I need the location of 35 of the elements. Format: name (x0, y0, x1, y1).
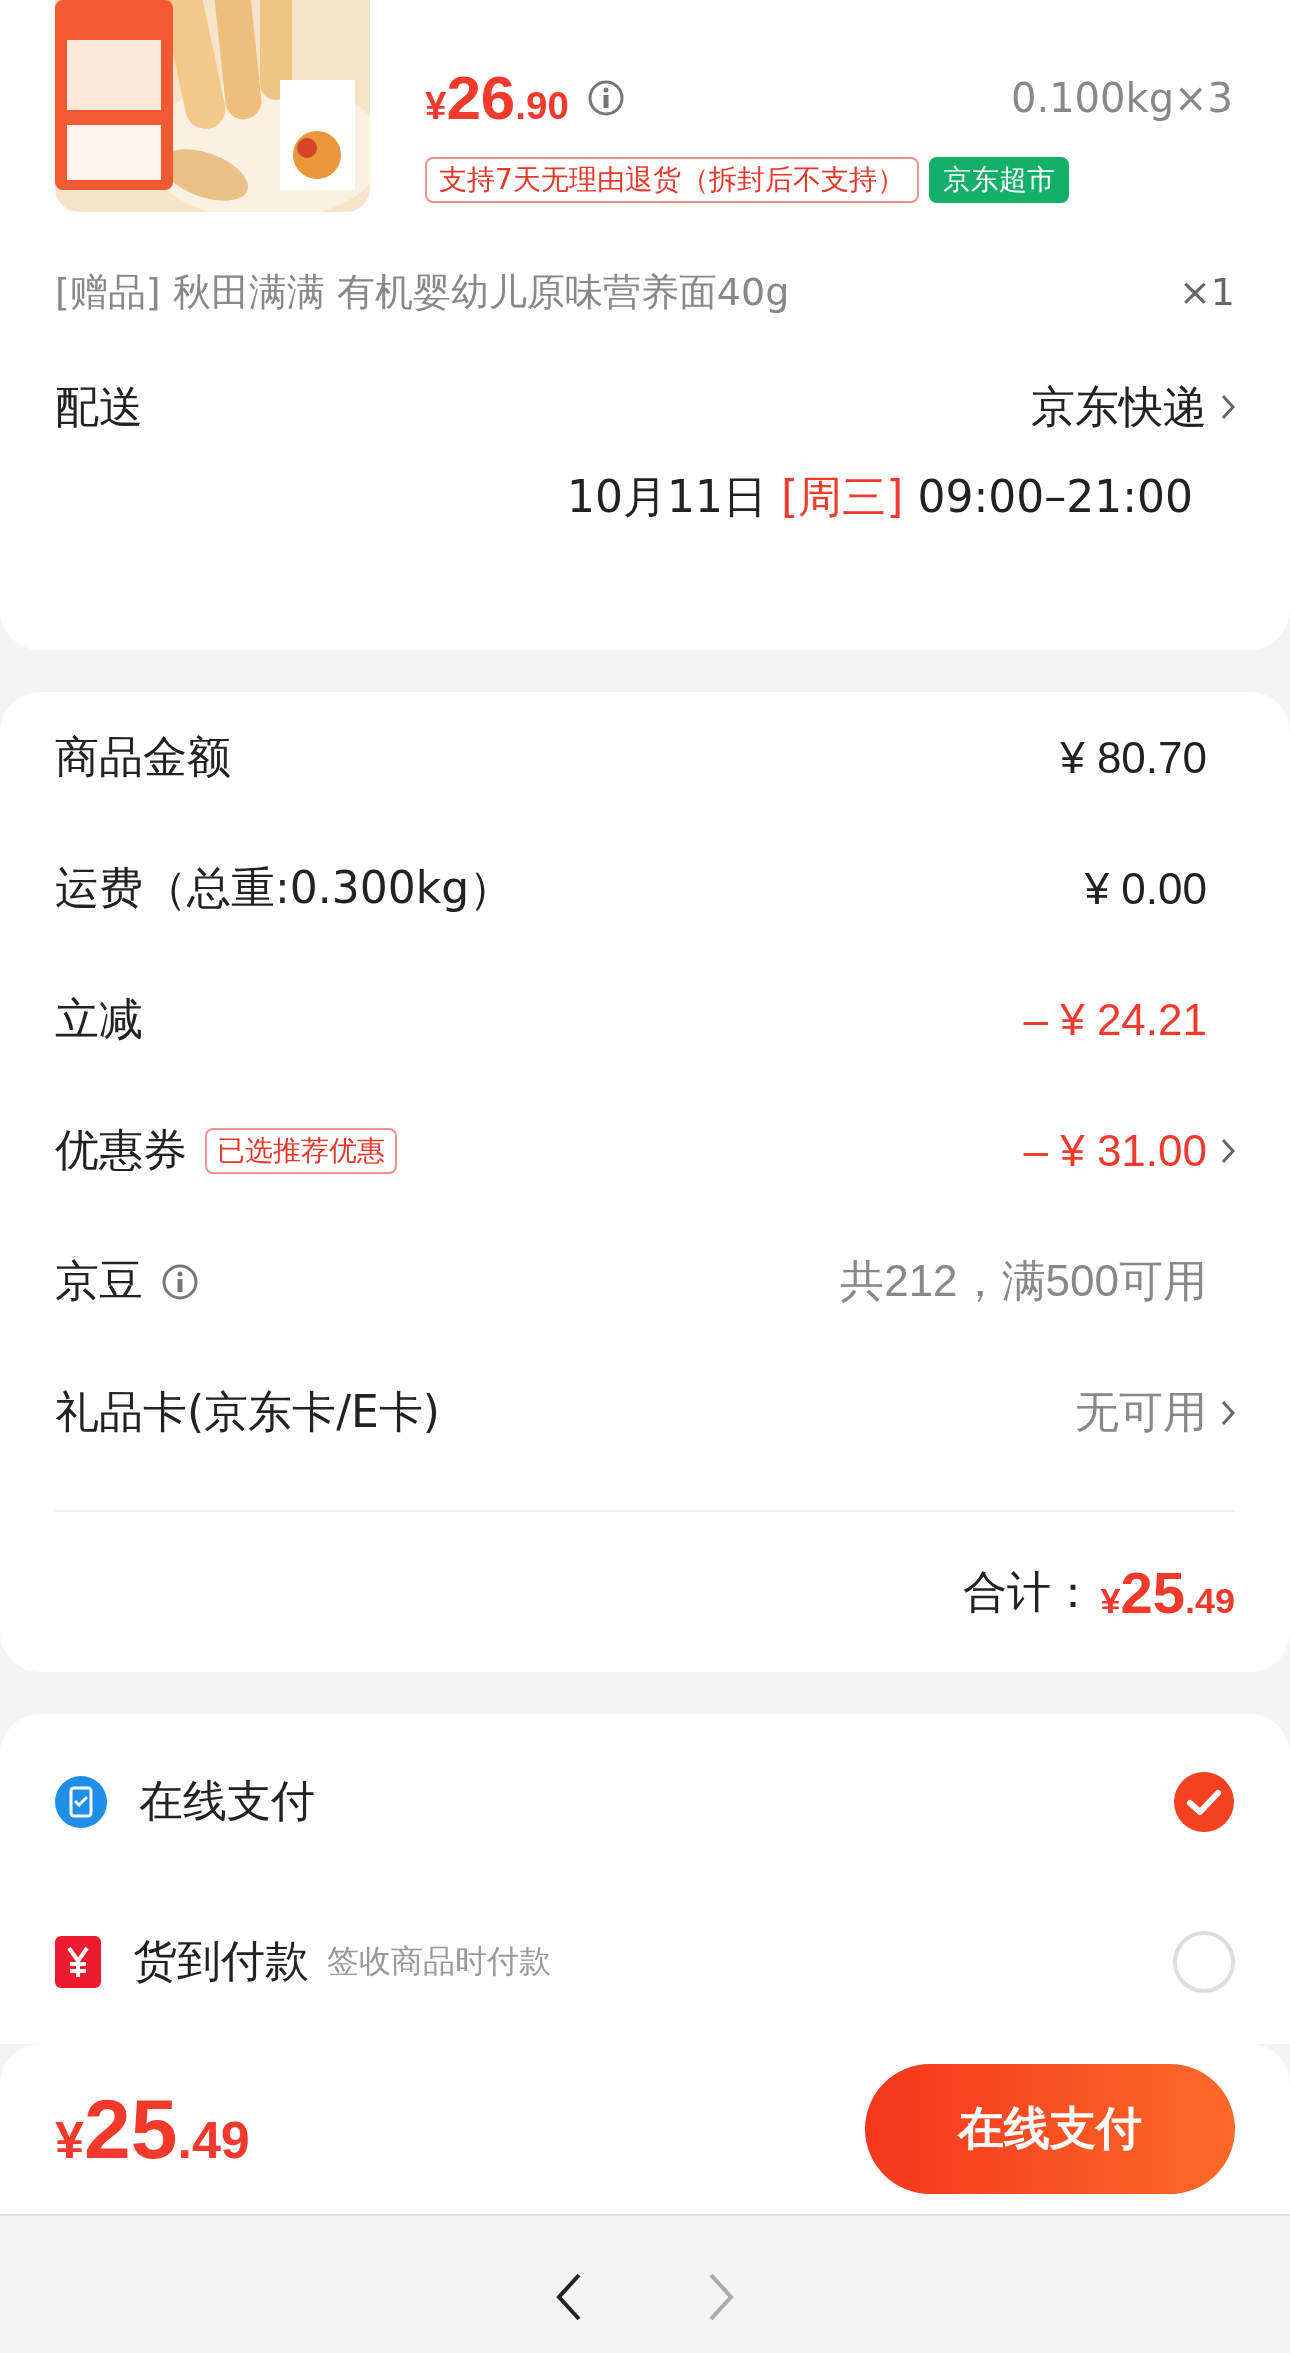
summary-value: – ¥ 24.21 (1023, 994, 1207, 1045)
summary-value[interactable]: 无可用 (1075, 1383, 1207, 1442)
payment-method[interactable]: 货到付款 (133, 1932, 309, 1991)
product-weight: 0.100kg×3 (1010, 74, 1233, 121)
summary-value: 共212，满500可用 (840, 1255, 1207, 1307)
payment-note: 签收商品时付款 (327, 1940, 551, 1982)
radio-button[interactable] (1173, 1930, 1235, 1993)
summary-label: 运费（总重:0.300kg） (55, 861, 514, 915)
summary-label: 礼品卡(京东卡/E卡) (55, 1385, 440, 1439)
yuan-icon (55, 1935, 101, 1988)
summary-label: 优惠券 (55, 1123, 187, 1177)
total-label: 合计： (962, 1564, 1095, 1619)
checkout-price: ¥25.49 (55, 2080, 250, 2178)
summary-label: 京豆 (55, 1254, 143, 1308)
info-icon[interactable] (161, 1262, 199, 1301)
info-icon[interactable] (586, 78, 625, 117)
summary-label: 商品金额 (55, 730, 231, 784)
gift-quantity: ×1 (1178, 270, 1235, 314)
phone-check-icon (55, 1775, 107, 1828)
delivery-carrier[interactable]: 京东快递 (1031, 377, 1207, 437)
total-price: ¥25.49 (1100, 1558, 1235, 1626)
checked-radio[interactable] (1173, 1770, 1235, 1833)
delivery-time: 10月11日 [周三] 09:00–21:00 (567, 469, 1193, 524)
store-tag: 京东超市 (928, 157, 1069, 203)
payment-method[interactable]: 在线支付 (139, 1772, 315, 1831)
summary-value: ¥ 80.70 (1060, 732, 1207, 783)
product-price: ¥26.90 (425, 62, 569, 133)
chevron-icon (1221, 394, 1235, 420)
summary-label: 立减 (55, 992, 143, 1046)
delivery-label: 配送 (55, 379, 143, 434)
return-policy-tag: 支持7天无理由退货（拆封后不支持） (425, 157, 919, 203)
summary-value: ¥ 0.00 (1084, 863, 1207, 914)
coupon-tag: 已选推荐优惠 (205, 1127, 397, 1174)
summary-value[interactable]: – ¥ 31.00 (1023, 1125, 1207, 1176)
gift-item: [赠品] 秋田满满 有机婴幼儿原味营养面40g (55, 268, 790, 316)
